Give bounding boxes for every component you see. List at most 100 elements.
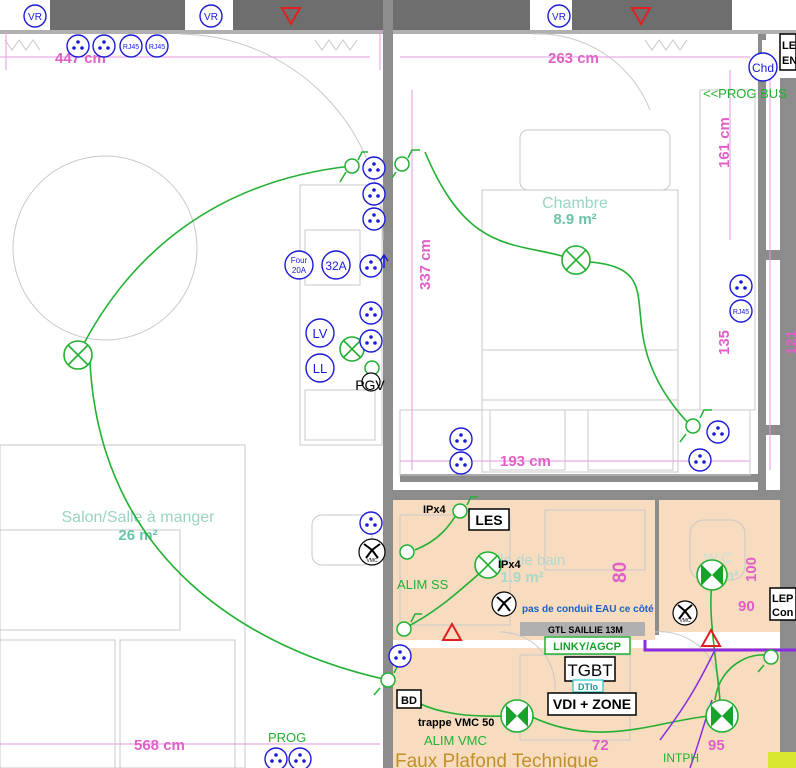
room-name-chambre: Chambre — [542, 195, 608, 212]
shutter-switch-vr[interactable]: VR — [199, 4, 223, 28]
facade-wall — [0, 30, 796, 34]
power-socket[interactable] — [362, 207, 386, 231]
power-socket[interactable] — [359, 301, 383, 325]
oven-outlet-20a[interactable]: Four 20A — [284, 250, 314, 280]
le-label: LE — [782, 40, 796, 52]
alim-vmc-label: ALIM VMC — [424, 733, 487, 748]
dcl-light-wc[interactable] — [696, 559, 728, 591]
con-label: Con — [772, 607, 794, 619]
linky-tag: LINKY/AGCP — [544, 636, 631, 655]
ceiling-light-salon[interactable] — [63, 340, 93, 370]
power-socket[interactable] — [359, 511, 383, 535]
vmc-extractor[interactable] — [491, 591, 517, 617]
four-rating: 20A — [292, 266, 307, 275]
bed — [481, 189, 679, 473]
les-tag: LES — [468, 508, 510, 531]
sink — [304, 389, 376, 441]
dim-95: 95 — [708, 737, 725, 754]
window-frame — [50, 0, 185, 30]
power-socket[interactable] — [359, 329, 383, 353]
power-socket[interactable] — [388, 644, 412, 668]
switch[interactable] — [391, 149, 420, 179]
vmc-extractor[interactable]: VMC — [672, 600, 698, 626]
window-frame — [390, 0, 530, 30]
dim-193: 193 cm — [500, 453, 551, 470]
power-socket[interactable] — [362, 156, 386, 180]
cooktop-outlet-32a[interactable]: 32A — [321, 250, 351, 280]
water-conduit-note: pas de conduit EAU ce côté — [522, 604, 654, 615]
tgbt-panel[interactable]: TGBT — [564, 656, 616, 682]
bd-tag: BD — [396, 689, 422, 709]
power-socket[interactable] — [729, 274, 753, 298]
room-name-salon: Salon/Salle à manger — [62, 509, 216, 526]
washing-machine-outlet-ll[interactable]: LL — [305, 353, 335, 383]
en-label: EN — [782, 55, 796, 67]
four-label: Four — [291, 256, 308, 265]
shutter-switch-vr[interactable]: VR — [23, 4, 47, 28]
wall-stub — [766, 425, 780, 435]
shutter-switch-vr[interactable]: VR — [547, 4, 571, 28]
power-socket[interactable] — [362, 182, 386, 206]
vdi-label: VDI + ZONE — [553, 696, 631, 712]
ceiling-light-chambre[interactable] — [561, 245, 591, 275]
pgv-label: PGV — [355, 377, 385, 393]
pillow — [519, 129, 671, 191]
power-socket[interactable] — [449, 451, 473, 475]
power-socket[interactable] — [66, 34, 90, 58]
a32-label: 32A — [325, 259, 346, 273]
sofa-seat — [0, 639, 116, 768]
dcl-light-entry[interactable] — [500, 699, 534, 733]
switch[interactable] — [679, 409, 712, 443]
wall-far-right — [780, 34, 796, 768]
gtl-tag: GTL SAILLIE 13M — [520, 622, 645, 636]
vmc-label: VMC — [679, 618, 691, 624]
switch[interactable] — [399, 544, 415, 560]
power-socket[interactable] — [449, 427, 473, 451]
sofa-cushion — [0, 529, 181, 631]
rj45-socket[interactable]: RJ45 — [145, 34, 169, 58]
rj45-label: RJ45 — [149, 44, 165, 51]
wall-right — [758, 34, 766, 490]
power-socket[interactable] — [706, 420, 730, 444]
les-label: LES — [475, 512, 502, 528]
power-socket[interactable] — [688, 448, 712, 472]
radiator — [644, 39, 688, 51]
dining-table — [12, 155, 198, 341]
pgv-outlet[interactable]: PGV — [355, 372, 385, 393]
trappe-vmc-label: trappe VMC 50 — [418, 717, 494, 729]
rj45-socket[interactable]: RJ45 — [729, 299, 753, 323]
door-swing — [532, 33, 651, 111]
dim-337: 337 cm — [417, 239, 434, 290]
gtl-label: GTL SAILLIE 13M — [548, 625, 623, 635]
power-socket[interactable] — [288, 747, 312, 768]
rj45-socket[interactable]: RJ45 — [119, 34, 143, 58]
lep-label: LEP — [772, 593, 793, 605]
room-area-chambre: 8.9 m² — [553, 211, 596, 228]
prog-bus-label: <<PROG BUS — [703, 86, 787, 101]
power-socket[interactable] — [264, 747, 288, 768]
lep-con-tag: LEP Con — [769, 587, 796, 621]
dishwasher-outlet-lv[interactable]: LV — [305, 318, 335, 348]
chd-label: Chd — [752, 61, 774, 75]
rj45-label: RJ45 — [123, 44, 139, 51]
dim-80: 80 — [610, 562, 631, 583]
dim-90: 90 — [738, 598, 755, 615]
door-swing — [179, 33, 384, 241]
wall-bedroom-bath — [383, 490, 796, 500]
dtio-label: DTIo — [578, 682, 598, 692]
window-frame — [233, 0, 383, 30]
intph-label: INTPH — [663, 751, 699, 765]
dcl-light-hall[interactable] — [705, 699, 739, 733]
window-frame — [572, 0, 732, 30]
dim-100: 100 — [743, 557, 760, 582]
rj45-label: RJ45 — [733, 309, 749, 316]
tgbt-label: TGBT — [567, 661, 612, 680]
vmc-extractor[interactable]: VMC — [358, 538, 386, 566]
power-socket[interactable] — [92, 34, 116, 58]
water-heater-chd[interactable]: Chd — [748, 52, 778, 82]
power-socket[interactable] — [359, 254, 383, 278]
room-area-sdb: 1.9 m² — [500, 569, 543, 586]
floor-plan: 447 cm 263 cm 161 cm 337 cm 135 121 193 … — [0, 0, 796, 768]
bd-label: BD — [401, 695, 417, 707]
ll-label: LL — [313, 361, 327, 376]
